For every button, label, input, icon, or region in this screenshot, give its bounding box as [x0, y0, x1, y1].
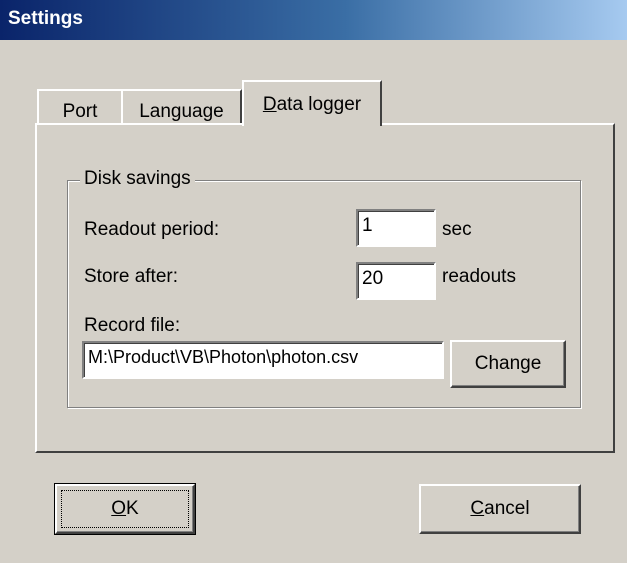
record-file-input[interactable]: M:\Product\VB\Photon\photon.csv	[82, 341, 444, 379]
window-title: Settings	[8, 8, 83, 29]
record-file-label: Record file:	[84, 315, 181, 336]
change-button[interactable]: Change	[450, 340, 566, 388]
tab-language-label: Language	[139, 101, 224, 122]
tab-panel-data-logger: Disk savings Readout period: 1 sec Store…	[35, 123, 615, 453]
cancel-button-label: Cancel	[470, 498, 530, 519]
title-bar[interactable]: Settings	[0, 0, 627, 40]
tab-data-logger-label: Data logger	[262, 94, 362, 115]
store-after-input[interactable]: 20	[356, 262, 436, 300]
ok-button-label: OK	[111, 498, 139, 519]
cancel-button[interactable]: Cancel	[419, 484, 581, 534]
tab-data-logger[interactable]: Data logger	[242, 80, 382, 126]
disk-savings-group: Disk savings Readout period: 1 sec Store…	[67, 168, 581, 408]
readout-period-unit: sec	[442, 219, 472, 240]
store-after-unit: readouts	[442, 266, 516, 287]
readout-period-label: Readout period:	[84, 219, 220, 240]
tab-port[interactable]: Port	[37, 89, 123, 125]
readout-period-input[interactable]: 1	[356, 209, 436, 247]
tab-language[interactable]: Language	[121, 89, 242, 125]
ok-button[interactable]: OK	[54, 483, 196, 535]
store-after-label: Store after:	[84, 266, 178, 287]
settings-dialog: Settings Port Language Data logger Disk …	[0, 0, 627, 563]
disk-savings-title: Disk savings	[80, 168, 195, 190]
change-button-label: Change	[474, 353, 542, 374]
tab-port-label: Port	[62, 101, 98, 122]
